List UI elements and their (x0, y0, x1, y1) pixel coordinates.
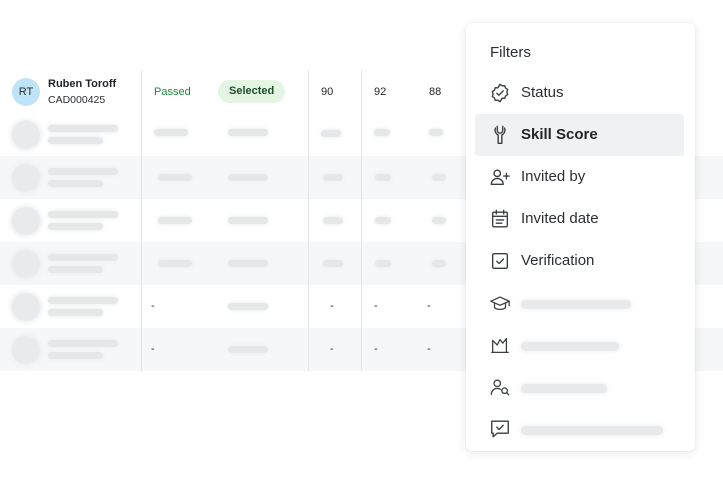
column-divider (361, 70, 362, 371)
filter-item-label: Invited date (521, 210, 599, 227)
skeleton-bar (48, 137, 103, 144)
skeleton-bar (158, 217, 192, 224)
empty-cell: - (374, 300, 378, 312)
badge-check-icon (491, 83, 509, 103)
skeleton-bar (432, 217, 446, 224)
column-divider (141, 70, 142, 371)
skeleton-bar (228, 129, 268, 136)
avatar-placeholder (12, 164, 40, 192)
skeleton-bar (158, 174, 192, 181)
skeleton-bar (48, 297, 118, 304)
result-label: Passed (154, 86, 191, 98)
filter-item-invited-by[interactable]: Invited by (475, 156, 684, 198)
candidate-id: CAD000425 (48, 94, 106, 106)
filter-item-placeholder[interactable] (475, 366, 684, 408)
skeleton-bar (429, 129, 443, 136)
skeleton-bar (48, 180, 103, 187)
filter-item-label: Skill Score (521, 126, 598, 143)
chart-icon (491, 337, 509, 353)
filter-item-placeholder[interactable] (475, 408, 684, 450)
skeleton-bar (48, 125, 118, 132)
skeleton-bar (48, 352, 103, 359)
skeleton-bar (48, 223, 103, 230)
skeleton-bar (321, 130, 341, 137)
filters-dropdown: Filters Status Skill Score Invited by In… (466, 23, 695, 451)
skeleton-bar (521, 300, 631, 309)
score-cell: 90 (321, 86, 334, 98)
avatar: RT (12, 78, 40, 106)
empty-cell: - (427, 343, 431, 355)
skeleton-bar (154, 129, 188, 136)
skeleton-bar (432, 260, 446, 267)
skeleton-bar (48, 266, 103, 273)
filter-item-verification[interactable]: Verification (475, 240, 684, 282)
checkbox-icon (491, 252, 509, 270)
empty-cell: - (330, 300, 334, 312)
filter-item-placeholder[interactable] (475, 282, 684, 324)
skeleton-bar (375, 217, 391, 224)
score-cell: 92 (374, 86, 387, 98)
avatar-placeholder (12, 121, 40, 149)
score-cell: 88 (429, 86, 442, 98)
skeleton-bar (48, 211, 118, 218)
empty-cell: - (151, 343, 155, 355)
user-plus-icon (490, 169, 510, 186)
filter-item-label: Invited by (521, 168, 586, 185)
skeleton-bar (228, 303, 268, 310)
graduation-cap-icon (490, 296, 510, 311)
skeleton-bar (228, 217, 268, 224)
wrench-icon (494, 125, 506, 144)
skeleton-bar (48, 254, 118, 261)
empty-cell: - (427, 300, 431, 312)
column-divider (308, 70, 309, 371)
message-check-icon (491, 420, 509, 438)
skeleton-bar (48, 309, 103, 316)
avatar-initials: RT (18, 86, 34, 98)
avatar-placeholder (12, 336, 40, 364)
skeleton-bar (323, 217, 343, 224)
skeleton-bar (158, 260, 192, 267)
skeleton-bar (323, 174, 343, 181)
filters-title: Filters (490, 44, 531, 61)
skeleton-bar (323, 260, 343, 267)
user-search-icon (490, 379, 510, 396)
skeleton-bar (228, 260, 268, 267)
filter-item-label: Verification (521, 252, 595, 269)
candidate-name[interactable]: Ruben Toroff (48, 78, 116, 90)
avatar-placeholder (12, 207, 40, 235)
filter-item-skill-score[interactable]: Skill Score (475, 114, 684, 156)
calendar-icon (491, 209, 509, 228)
filter-item-status[interactable]: Status (475, 72, 684, 114)
skeleton-bar (375, 174, 391, 181)
filter-item-placeholder[interactable] (475, 324, 684, 366)
empty-cell: - (374, 343, 378, 355)
empty-cell: - (151, 300, 155, 312)
status-badge: Selected (218, 80, 286, 103)
skeleton-bar (432, 174, 446, 181)
skeleton-bar (521, 384, 607, 393)
empty-cell: - (330, 343, 334, 355)
skeleton-bar (521, 342, 619, 351)
filter-item-invited-date[interactable]: Invited date (475, 198, 684, 240)
filter-item-label: Status (521, 84, 564, 101)
skeleton-bar (48, 168, 118, 175)
skeleton-bar (48, 340, 118, 347)
skeleton-bar (374, 129, 390, 136)
skeleton-bar (228, 174, 268, 181)
avatar-placeholder (12, 250, 40, 278)
skeleton-bar (375, 260, 391, 267)
avatar-placeholder (12, 293, 40, 321)
skeleton-bar (228, 346, 268, 353)
skeleton-bar (521, 426, 663, 435)
